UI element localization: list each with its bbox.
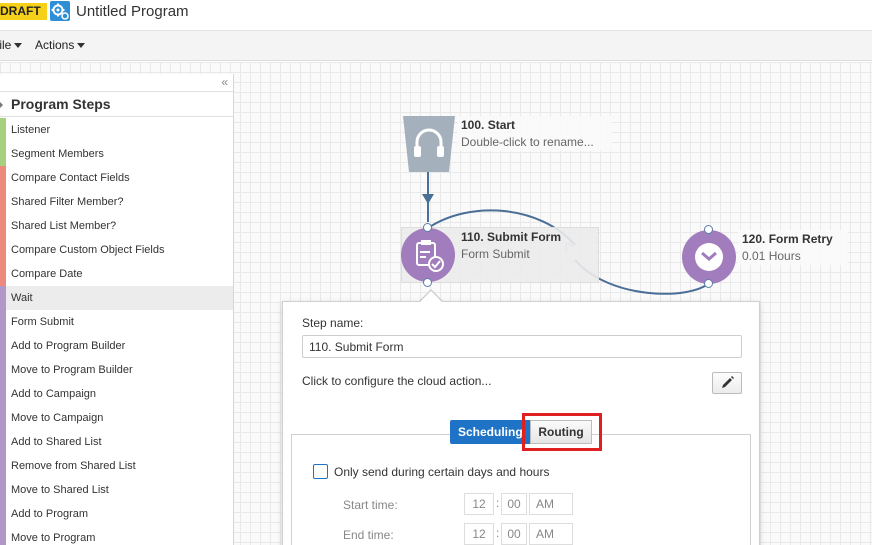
sidebar-step-label: Add to Campaign <box>11 388 96 400</box>
sidebar-step-label: Compare Custom Object Fields <box>11 244 165 256</box>
retry-node-output-port[interactable] <box>704 279 713 288</box>
step-color-bar <box>0 502 6 526</box>
sidebar-step-label: Shared Filter Member? <box>11 196 124 208</box>
program-steps-sidebar: « Program Steps Listener Segment Members C… <box>0 74 234 545</box>
expand-triangle-icon <box>0 100 3 110</box>
retry-node-label[interactable]: 120. Form Retry 0.01 Hours <box>738 230 848 265</box>
sidebar-step-item[interactable]: Segment Members <box>0 142 233 166</box>
only-send-label: Only send during certain days and hours <box>334 465 550 479</box>
popover-arrow-inner <box>420 291 442 302</box>
step-name-input[interactable] <box>302 335 742 358</box>
tab-scheduling[interactable]: Scheduling <box>450 420 531 444</box>
sidebar-step-label: Listener <box>11 124 51 136</box>
sidebar-step-label: Add to Program <box>11 508 89 520</box>
sidebar-step-item[interactable]: Move to Campaign <box>0 406 233 430</box>
routing-highlight-box <box>522 413 602 451</box>
start-minute-field[interactable]: 00 <box>501 493 527 515</box>
end-minute-field[interactable]: 00 <box>501 523 527 545</box>
edit-button[interactable] <box>712 372 742 394</box>
sidebar-step-label: Move to Program Builder <box>11 364 133 376</box>
sidebar-step-label: Wait <box>11 292 33 304</box>
step-config-popover: Step name: Click to configure the cloud … <box>282 301 760 545</box>
sidebar-step-item[interactable]: Shared Filter Member? <box>0 190 233 214</box>
sidebar-step-label: Compare Date <box>11 268 83 280</box>
submit-node-title: 110. Submit Form <box>461 230 562 244</box>
step-color-bar <box>0 526 6 545</box>
start-node-subtitle: Double-click to rename... <box>461 135 594 149</box>
submit-node-input-port[interactable] <box>423 223 432 232</box>
sidebar-step-label: Add to Program Builder <box>11 340 126 352</box>
step-color-bar <box>0 382 6 406</box>
sidebar-step-item[interactable]: Form Submit <box>0 310 233 334</box>
sidebar-step-label: Move to Program <box>11 532 96 544</box>
sidebar-header[interactable]: Program Steps <box>0 91 233 117</box>
time-colon: : <box>496 496 500 510</box>
sidebar-step-item[interactable]: Add to Program <box>0 502 233 526</box>
sidebar-step-item[interactable]: Compare Date <box>0 262 233 286</box>
sidebar-step-item[interactable]: Move to Shared List <box>0 478 233 502</box>
start-node-icon[interactable] <box>401 116 457 172</box>
start-hour-field[interactable]: 12 <box>464 493 494 515</box>
end-hour-field[interactable]: 12 <box>464 523 494 545</box>
form-submit-node-icon[interactable] <box>401 228 455 282</box>
step-color-bar <box>0 142 6 166</box>
sidebar-step-item[interactable]: Shared List Member? <box>0 214 233 238</box>
configure-cloud-action-text: Click to configure the cloud action... <box>302 374 492 388</box>
sidebar-step-label: Shared List Member? <box>11 220 117 232</box>
start-node-label[interactable]: 100. Start Double-click to rename... <box>457 116 612 151</box>
step-color-bar <box>0 166 6 190</box>
end-ampm-select[interactable]: AM <box>529 523 573 545</box>
step-color-bar <box>0 430 6 454</box>
only-send-checkbox[interactable] <box>313 464 328 479</box>
step-color-bar <box>0 454 6 478</box>
sidebar-step-label: Remove from Shared List <box>11 460 136 472</box>
sidebar-step-label: Move to Shared List <box>11 484 109 496</box>
start-ampm-select[interactable]: AM <box>529 493 573 515</box>
sidebar-step-item[interactable]: Move to Program Builder <box>0 358 233 382</box>
step-list: Listener Segment Members Compare Contact F… <box>0 118 233 545</box>
sidebar-step-item[interactable]: Compare Custom Object Fields <box>0 238 233 262</box>
retry-node-subtitle: 0.01 Hours <box>742 249 801 263</box>
sidebar-step-label: Compare Contact Fields <box>11 172 130 184</box>
arrow-down-icon <box>422 194 434 204</box>
step-color-bar <box>0 286 6 310</box>
step-color-bar <box>0 190 6 214</box>
sidebar-step-label: Form Submit <box>11 316 74 328</box>
step-color-bar <box>0 262 6 286</box>
step-color-bar <box>0 358 6 382</box>
collapse-sidebar-button[interactable]: « <box>221 75 228 89</box>
sidebar-step-item[interactable]: Move to Program <box>0 526 233 545</box>
step-name-label: Step name: <box>302 316 364 330</box>
sidebar-step-item[interactable]: Compare Contact Fields <box>0 166 233 190</box>
end-time-label: End time: <box>343 528 394 542</box>
sidebar-step-item[interactable]: Add to Shared List <box>0 430 233 454</box>
sidebar-step-item[interactable]: Add to Campaign <box>0 382 233 406</box>
sidebar-step-item[interactable]: Add to Program Builder <box>0 334 233 358</box>
step-color-bar <box>0 238 6 262</box>
step-color-bar <box>0 214 6 238</box>
step-color-bar <box>0 118 6 142</box>
submit-node-output-port[interactable] <box>423 278 432 287</box>
time-colon: : <box>496 526 500 540</box>
sidebar-step-item[interactable]: Listener <box>0 118 233 142</box>
start-time-label: Start time: <box>343 498 398 512</box>
pencil-icon <box>722 376 734 388</box>
step-color-bar <box>0 478 6 502</box>
sidebar-step-label: Move to Campaign <box>11 412 104 424</box>
step-color-bar <box>0 406 6 430</box>
sidebar-title: Program Steps <box>11 96 111 112</box>
sidebar-step-item[interactable]: Wait <box>0 286 233 310</box>
sidebar-step-label: Segment Members <box>11 148 104 160</box>
sidebar-step-item[interactable]: Remove from Shared List <box>0 454 233 478</box>
retry-node-input-port[interactable] <box>704 225 713 234</box>
step-color-bar <box>0 310 6 334</box>
step-color-bar <box>0 334 6 358</box>
sidebar-step-label: Add to Shared List <box>11 436 102 448</box>
submit-node-subtitle: Form Submit <box>461 247 530 261</box>
start-node-title: 100. Start <box>461 118 516 132</box>
clock-icon[interactable] <box>682 230 736 284</box>
retry-node-title: 120. Form Retry <box>742 232 833 246</box>
submit-node-label[interactable]: 110. Submit Form Form Submit <box>457 228 597 263</box>
